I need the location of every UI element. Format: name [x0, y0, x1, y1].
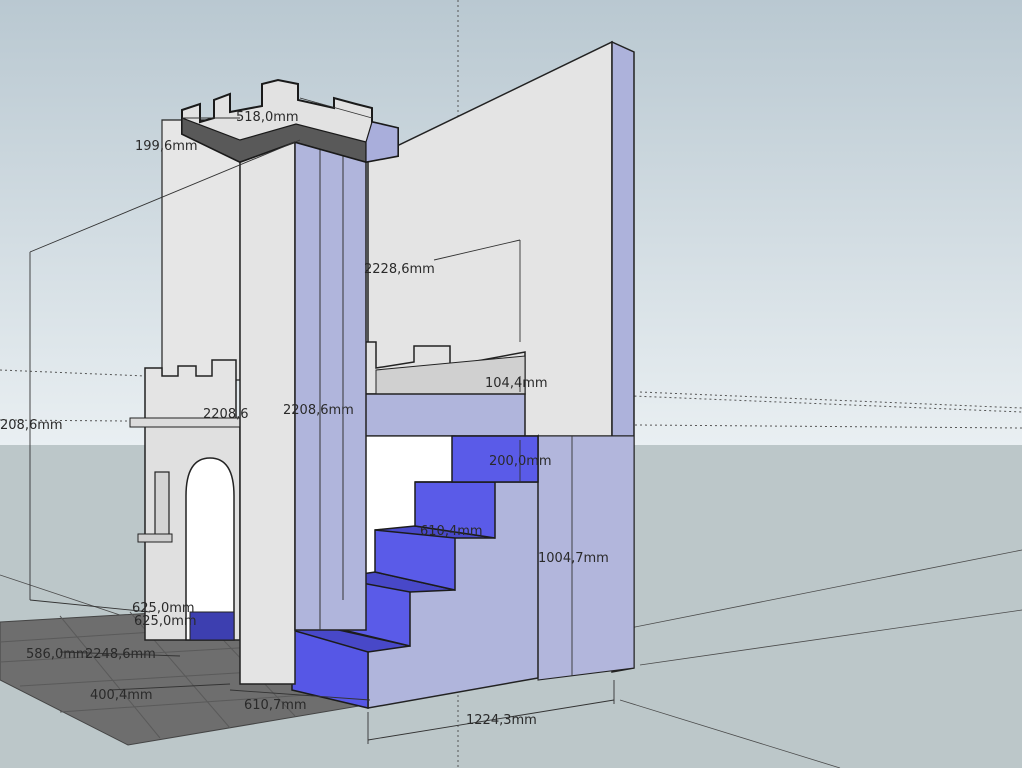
dim-step-riser: 200,0mm	[489, 454, 552, 469]
dim-floor-small: 400,4mm	[90, 688, 153, 703]
dim-door-width-b: 625,0mm	[134, 614, 197, 629]
model-canvas[interactable]: 518,0mm 199,6mm 208,6mm 2208,6 2208,6mm …	[0, 0, 1022, 768]
dim-floor-width: 2248,6mm	[85, 647, 156, 662]
dim-left-height: 208,6mm	[0, 418, 63, 433]
dim-platform-height: 1004,7mm	[538, 551, 609, 566]
dim-floor-depth: 586,0mm	[26, 647, 89, 662]
dim-merlon-height: 199,6mm	[135, 139, 198, 154]
dim-parapet-thickness: 104,4mm	[485, 376, 548, 391]
dim-stair-run: 610,4mm	[420, 524, 483, 539]
dim-front-height-a: 2208,6	[203, 407, 249, 422]
3d-viewport[interactable]: 518,0mm 199,6mm 208,6mm 2208,6 2208,6mm …	[0, 0, 1022, 768]
dim-stair-width: 1224,3mm	[466, 713, 537, 728]
dim-front-height-b: 2208,6mm	[283, 403, 354, 418]
dim-tower-width: 518,0mm	[236, 110, 299, 125]
dim-stair-depth: 610,7mm	[244, 698, 307, 713]
dim-wall-depth: 2228,6mm	[364, 262, 435, 277]
